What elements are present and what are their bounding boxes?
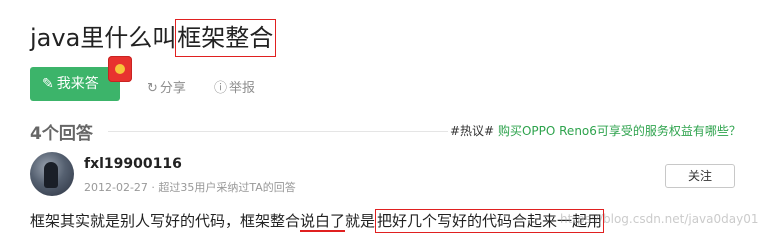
- answer-meta: 2012-02-27 · 超过35用户采纳过TA的回答: [84, 181, 296, 194]
- follow-button[interactable]: 关注: [665, 164, 735, 188]
- share-icon: ↻: [147, 81, 158, 96]
- answer-button[interactable]: ✎ 我来答: [30, 67, 120, 101]
- question-title-text: java里什么叫: [30, 24, 177, 52]
- answer-text-underlined: 说白了: [300, 212, 346, 232]
- pen-icon: ✎: [42, 76, 54, 92]
- red-packet-icon[interactable]: [108, 56, 132, 82]
- report-link[interactable]: ⓘ 举报: [214, 77, 255, 96]
- page: java里什么叫框架整合 ✎ 我来答 ↻ 分享 ⓘ 举报 4个回答 #热议# 购买OP…: [0, 0, 758, 242]
- share-link[interactable]: ↻ 分享: [147, 77, 186, 96]
- answer-text-2: 就是: [345, 212, 376, 230]
- question-title-highlight: 框架整合: [175, 19, 277, 57]
- answer-text-1: 框架其实就是别人写好的代码，框架整合: [30, 212, 301, 230]
- avatar[interactable]: [30, 152, 74, 196]
- share-label: 分享: [159, 81, 186, 96]
- warning-icon: ⓘ: [214, 81, 228, 96]
- answer-button-label: 我来答: [56, 76, 99, 92]
- question-title: java里什么叫框架整合: [30, 19, 277, 57]
- hot-tag: #热议#: [450, 124, 495, 138]
- answer-body: 框架其实就是别人写好的代码，框架整合说白了就是 把好几个写好的代码合起来一起用: [30, 209, 605, 233]
- username[interactable]: fxl19900116: [84, 156, 182, 172]
- answers-count: 4个回答: [30, 124, 93, 144]
- hot-topic: #热议# 购买OPPO Reno6可享受的服务权益有哪些？: [450, 122, 741, 139]
- watermark: https://blog.csdn.net/java0day01: [560, 212, 758, 226]
- hot-topic-link[interactable]: 购买OPPO Reno6可享受的服务权益有哪些？: [498, 124, 741, 138]
- report-label: 举报: [229, 81, 256, 96]
- divider: [108, 131, 448, 132]
